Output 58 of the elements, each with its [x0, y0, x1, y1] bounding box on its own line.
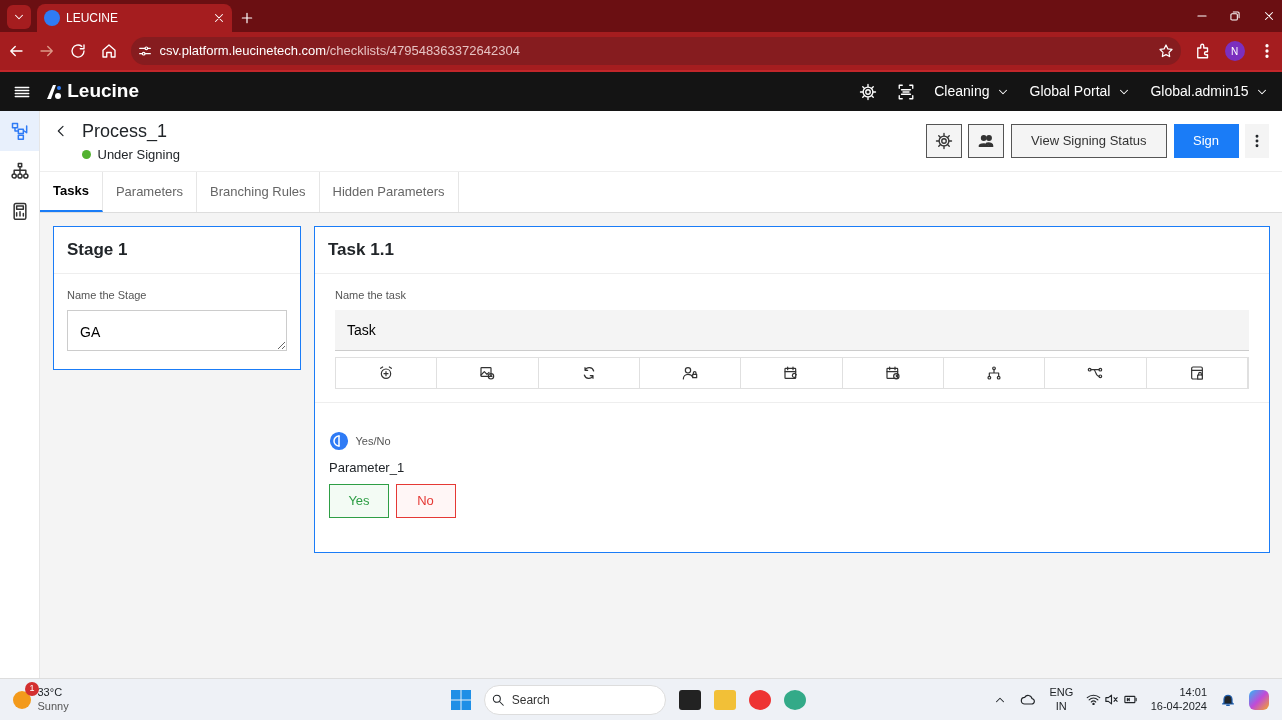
flowchart-icon — [9, 121, 30, 141]
nav-dropdown[interactable]: Global Portal — [1029, 81, 1131, 102]
restore-icon[interactable] — [1228, 9, 1242, 23]
home-icon[interactable] — [99, 42, 118, 60]
star-icon[interactable] — [1158, 43, 1174, 59]
field-label: Name the task — [335, 287, 407, 303]
person-lock-icon — [682, 365, 699, 381]
calendar-clock-icon — [884, 365, 901, 381]
process-title: Process_1 — [82, 119, 169, 144]
stage-name-field[interactable]: GA — [67, 309, 287, 351]
calendar-sync-icon — [783, 365, 800, 381]
settings-button[interactable] — [925, 124, 962, 158]
parameter-name: Parameter_1 — [329, 458, 406, 477]
hierarchy-icon — [9, 161, 30, 181]
wifi-icon[interactable] — [1086, 692, 1102, 707]
settings-icon — [934, 132, 953, 150]
browser-tab[interactable]: LEUCINE — [37, 4, 232, 32]
search-icon — [491, 692, 506, 707]
locked-document-icon — [1188, 365, 1205, 381]
settings-icon[interactable] — [859, 82, 878, 101]
parameter-type: Yes/No — [355, 433, 391, 449]
status-dot — [82, 150, 91, 159]
clock[interactable]: 14:01 16-04-2024 — [1150, 685, 1207, 714]
collaborators-button[interactable] — [968, 124, 1005, 158]
task-name-field[interactable]: Task — [335, 309, 1249, 351]
tab-title: LEUCINE — [66, 10, 119, 27]
site-favicon — [43, 10, 60, 26]
notification-badge: 1 — [25, 681, 39, 696]
status-text: Under Signing — [97, 145, 180, 164]
stage-title: Stage 1 — [54, 227, 300, 274]
temperature: 33°C — [37, 685, 64, 700]
tab[interactable]: Tasks — [40, 172, 103, 212]
route-icon — [1087, 365, 1104, 381]
start-icon[interactable] — [450, 689, 471, 710]
hierarchy-icon — [986, 365, 1003, 381]
site-settings-icon[interactable] — [137, 43, 153, 59]
weather-icon[interactable] — [13, 690, 31, 709]
option-button[interactable]: No — [395, 483, 456, 518]
toggle-icon — [329, 431, 349, 451]
people-icon — [977, 132, 996, 150]
language-indicator[interactable]: ENG IN — [1049, 685, 1074, 714]
field-label: Name the Stage — [67, 287, 148, 303]
weather-condition: Sunny — [37, 699, 69, 714]
image-icon — [479, 365, 496, 381]
task-title: Task 1.1 — [315, 227, 1269, 274]
profile-avatar[interactable]: N — [1224, 41, 1245, 61]
taskbar-search[interactable]: Search — [483, 684, 666, 715]
muted-speaker-icon[interactable] — [1104, 692, 1120, 707]
nav-dropdown[interactable]: Global.admin15 — [1150, 81, 1269, 102]
reload-icon[interactable] — [68, 42, 87, 60]
sign-button[interactable]: Sign — [1173, 124, 1239, 158]
tab-list-button[interactable] — [6, 4, 31, 29]
address-bar[interactable]: csv.platform.leucinetech.com/checklists/479548363372642304 — [130, 37, 1181, 65]
nav-dropdown[interactable]: Cleaning — [934, 81, 1010, 102]
view-signing-status-button[interactable]: View Signing Status — [1010, 124, 1167, 158]
alarm-icon — [378, 365, 395, 381]
brand-name: Leucine — [67, 79, 140, 104]
scan-icon[interactable] — [896, 82, 915, 101]
